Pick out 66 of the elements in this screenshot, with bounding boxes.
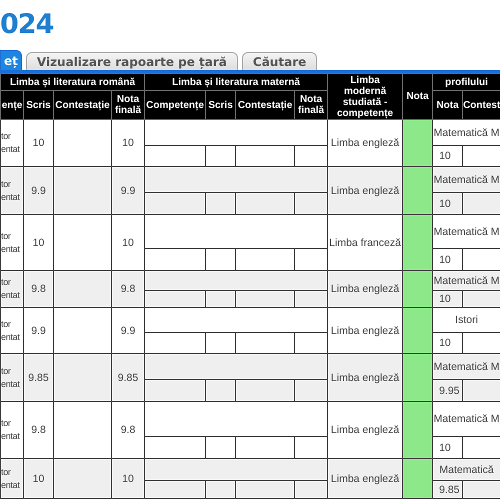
table-cell: Matematică M bbox=[434, 126, 500, 138]
tab[interactable]: eț bbox=[0, 50, 22, 70]
table-cell: 9.8 bbox=[31, 283, 46, 295]
table-cell: 9.8 bbox=[31, 424, 46, 436]
table-cell: 10 bbox=[32, 137, 44, 149]
table-cell: Matematică M bbox=[434, 174, 500, 186]
table-cell: 10 bbox=[32, 236, 44, 248]
table-cell: 10 bbox=[439, 254, 451, 266]
table-cell: 10 bbox=[439, 442, 451, 454]
table-cell: Limba engleză bbox=[330, 137, 400, 149]
table-cell: Matematică M bbox=[434, 413, 500, 425]
table-cell: 9.9 bbox=[31, 324, 46, 336]
column-header: Limba și literatura română bbox=[0, 74, 145, 90]
table-cell: 9.85 bbox=[439, 484, 460, 496]
column-header: Scris bbox=[24, 90, 54, 120]
table-cell: tor entat bbox=[2, 131, 20, 154]
table-cell: 9.9 bbox=[31, 184, 46, 196]
table-cell: 9.9 bbox=[120, 184, 136, 196]
table-cell: Limba engleză bbox=[330, 324, 400, 336]
table-cell: Limba engleză bbox=[330, 184, 400, 196]
column-header: profilului bbox=[432, 74, 500, 90]
table-cell: tor entat bbox=[2, 230, 20, 254]
table-cell: Limba franceză bbox=[329, 236, 401, 248]
table-cell: 9.95 bbox=[439, 384, 460, 396]
table-cell: Limba engleză bbox=[330, 283, 400, 295]
table-cell: 9.8 bbox=[120, 283, 136, 295]
column-header: Nota finală bbox=[112, 90, 145, 120]
column-header: Nota finală bbox=[294, 90, 328, 120]
table-cell: 10 bbox=[439, 198, 451, 210]
column-header: Nota bbox=[432, 90, 463, 120]
table-cell: 10 bbox=[122, 236, 134, 248]
table-cell: tor entat bbox=[2, 366, 20, 388]
tab[interactable]: Căutare bbox=[242, 52, 318, 70]
column-header: Scris bbox=[206, 90, 236, 120]
tab[interactable]: Vizualizare rapoarte pe țară bbox=[26, 52, 238, 70]
column-header: Limba și literatura maternă bbox=[144, 74, 328, 90]
table-cell: Limba engleză bbox=[330, 424, 400, 436]
table-cell: Matematică M bbox=[434, 274, 500, 286]
table-cell: 9.9 bbox=[120, 324, 136, 336]
column-header: Competențe bbox=[144, 90, 206, 120]
table-cell: 10 bbox=[122, 137, 134, 149]
table-cell: Limba engleză bbox=[330, 472, 400, 484]
table-cell: 9.8 bbox=[120, 424, 136, 436]
table-cell: tor entat bbox=[2, 418, 20, 441]
table-cell: Limba engleză bbox=[330, 372, 400, 384]
column-header: ențe bbox=[0, 90, 24, 120]
table-cell: 10 bbox=[439, 293, 451, 305]
table-cell: 10 bbox=[32, 472, 44, 484]
column-header: Nota bbox=[402, 74, 433, 120]
column-header: Contestație bbox=[236, 90, 295, 120]
table-cell: 9.85 bbox=[28, 372, 49, 384]
column-header: Limba modernă studiată - competențe bbox=[328, 74, 403, 120]
table-cell: Matematică M bbox=[434, 226, 500, 238]
table-cell: Matematică M bbox=[434, 360, 500, 372]
table-cell: Matematică bbox=[439, 464, 494, 476]
table-cell: tor entat bbox=[2, 277, 20, 300]
page-title: 024 bbox=[0, 10, 54, 40]
column-header: Contestație bbox=[54, 90, 112, 120]
table-cell: Istori bbox=[455, 314, 478, 326]
table-cell: 9.85 bbox=[118, 372, 138, 384]
table-cell: tor entat bbox=[2, 318, 20, 342]
table-cell: tor entat bbox=[2, 466, 20, 490]
table-cell: tor entat bbox=[2, 178, 20, 202]
table-cell: 10 bbox=[439, 150, 451, 162]
table-cell: 10 bbox=[439, 337, 451, 349]
table-cell: 10 bbox=[122, 472, 134, 484]
